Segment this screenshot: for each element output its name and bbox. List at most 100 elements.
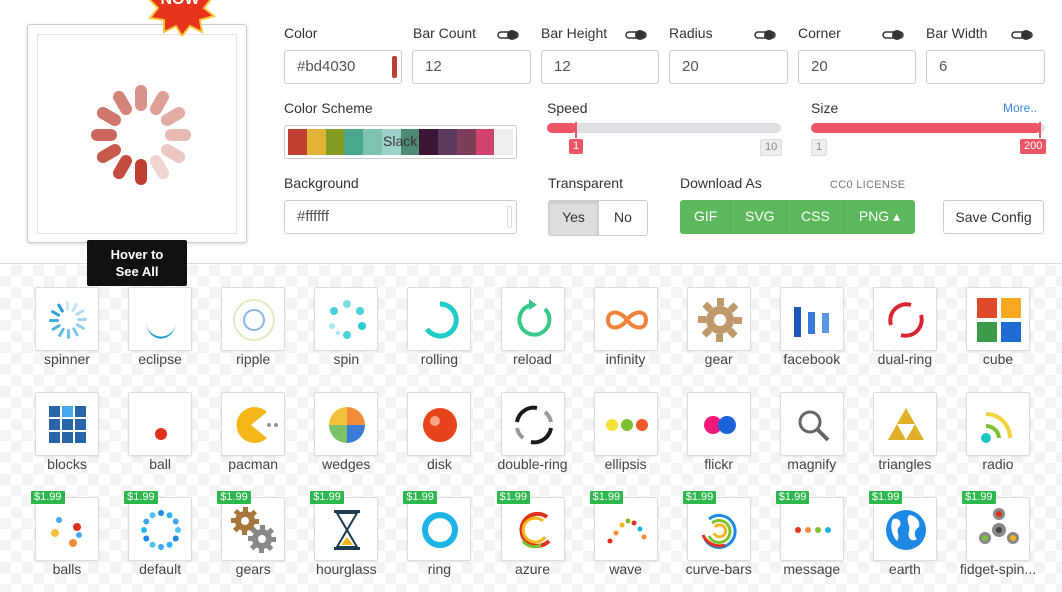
background-swatch[interactable] — [507, 206, 512, 228]
loader-tile-gears[interactable]: $1.99 gears — [213, 491, 306, 592]
gear-icon — [697, 298, 742, 342]
loader-tile-infinity[interactable]: infinity — [586, 287, 679, 387]
loader-thumbnail[interactable] — [128, 392, 193, 456]
radius-field[interactable]: 20 — [669, 50, 788, 84]
color-scheme-name: Slack — [383, 133, 418, 149]
loader-tile-magnify[interactable]: magnify — [772, 392, 865, 492]
bar-height-field[interactable]: 12 — [541, 50, 659, 84]
loader-thumbnail[interactable] — [686, 497, 751, 561]
loader-tile-curve-bars[interactable]: $1.99 curve-bars — [679, 491, 772, 592]
loader-thumbnail[interactable] — [872, 392, 937, 456]
loader-name: gear — [704, 351, 733, 367]
loader-thumbnail[interactable] — [593, 287, 658, 351]
loader-tile-dual-ring[interactable]: dual-ring — [865, 287, 958, 387]
download-gif-button[interactable]: GIF — [680, 200, 731, 234]
price-badge: $1.99 — [124, 491, 158, 504]
loader-tile-facebook[interactable]: facebook — [772, 287, 865, 387]
loader-thumbnail[interactable] — [407, 287, 472, 351]
loader-tile-pacman[interactable]: pacman — [213, 392, 306, 492]
loader-tile-triangles[interactable]: triangles — [865, 392, 958, 492]
loader-thumbnail[interactable] — [407, 497, 472, 561]
loader-tile-earth[interactable]: $1.99 earth — [865, 491, 958, 592]
loader-thumbnail[interactable] — [35, 392, 99, 456]
loader-tile-ellipsis[interactable]: ellipsis — [586, 392, 679, 492]
loader-thumbnail[interactable] — [500, 497, 565, 561]
loader-tile-flickr[interactable]: flickr — [679, 392, 772, 492]
loader-tile-default[interactable]: $1.99 default — [120, 491, 213, 592]
loader-tile-rolling[interactable]: rolling — [399, 287, 492, 387]
loader-tile-eclipse[interactable]: eclipse — [120, 287, 213, 387]
loader-tile-double-ring[interactable]: double-ring — [493, 392, 586, 492]
loader-tile-ring[interactable]: $1.99 ring — [399, 491, 492, 592]
transparent-yes-button[interactable]: Yes — [549, 201, 599, 235]
loader-tile-cube[interactable]: cube — [958, 287, 1051, 387]
bar-count-link-toggle-icon[interactable] — [497, 28, 519, 42]
corner-field[interactable]: 20 — [798, 50, 916, 84]
loader-tile-balls[interactable]: $1.99 balls — [27, 491, 120, 592]
loader-tile-wedges[interactable]: wedges — [306, 392, 399, 492]
loader-thumbnail[interactable] — [779, 497, 844, 561]
color-swatch[interactable] — [392, 56, 397, 78]
loader-thumbnail[interactable] — [314, 287, 379, 351]
loader-tile-message[interactable]: $1.99 message — [772, 491, 865, 592]
loader-thumbnail[interactable] — [500, 287, 565, 351]
loader-thumbnail[interactable] — [779, 287, 844, 351]
loader-thumbnail[interactable] — [35, 497, 99, 561]
loader-tile-ball[interactable]: ball — [120, 392, 213, 492]
loader-thumbnail[interactable] — [221, 287, 286, 351]
loader-thumbnail[interactable] — [966, 287, 1030, 351]
size-slider-handle[interactable] — [1039, 122, 1041, 138]
radius-link-toggle-icon[interactable] — [754, 28, 776, 42]
loader-tile-spinner[interactable]: spinner — [27, 287, 120, 387]
loader-thumbnail[interactable] — [221, 497, 286, 561]
loader-tile-azure[interactable]: $1.99 azure — [493, 491, 586, 592]
save-config-button[interactable]: Save Config — [943, 200, 1044, 234]
bar-width-link-toggle-icon[interactable] — [1011, 28, 1033, 42]
color-field[interactable]: #bd4030 — [284, 50, 402, 84]
bar-count-field[interactable]: 12 — [412, 50, 531, 84]
corner-link-toggle-icon[interactable] — [882, 28, 904, 42]
loader-thumbnail[interactable] — [128, 497, 193, 561]
background-field[interactable]: #ffffff — [284, 200, 517, 234]
loader-tile-blocks[interactable]: blocks — [27, 392, 120, 492]
bar-height-link-toggle-icon[interactable] — [625, 28, 647, 42]
size-slider-fill — [811, 123, 1041, 133]
more-sizes-link[interactable]: More.. — [1003, 101, 1037, 115]
loader-thumbnail[interactable] — [686, 392, 751, 456]
bar-width-field[interactable]: 6 — [926, 50, 1045, 84]
loader-thumbnail[interactable] — [128, 287, 193, 351]
loader-tile-fidget-spin[interactable]: $1.99 fidget-spin... — [958, 491, 1051, 592]
loader-thumbnail[interactable] — [407, 392, 472, 456]
loader-thumbnail[interactable] — [593, 392, 658, 456]
loader-thumbnail[interactable] — [500, 392, 565, 456]
loader-tile-radio[interactable]: radio — [958, 392, 1051, 492]
loader-tile-disk[interactable]: disk — [399, 392, 492, 492]
speed-slider-handle[interactable] — [575, 122, 577, 138]
loader-tile-spin[interactable]: spin — [306, 287, 399, 387]
loader-thumbnail[interactable] — [35, 287, 99, 351]
loader-thumbnail[interactable] — [872, 497, 937, 561]
loader-name: message — [783, 561, 841, 577]
loader-tile-wave[interactable]: $1.99 wave — [586, 491, 679, 592]
radius-label: Radius — [669, 25, 713, 41]
speed-slider-track[interactable] — [547, 123, 781, 133]
loader-tile-hourglass[interactable]: $1.99 hourglass — [306, 491, 399, 592]
loader-thumbnail[interactable] — [872, 287, 937, 351]
transparent-no-button[interactable]: No — [599, 201, 647, 235]
loader-thumbnail[interactable] — [593, 497, 658, 561]
loader-thumbnail[interactable] — [314, 392, 379, 456]
loader-thumbnail[interactable] — [314, 497, 379, 561]
download-css-button[interactable]: CSS — [787, 200, 844, 234]
color-scheme-picker[interactable]: Slack — [284, 125, 517, 159]
download-png-button[interactable]: PNG ▴ — [844, 200, 915, 234]
loader-thumbnail[interactable] — [779, 392, 844, 456]
loader-thumbnail[interactable] — [221, 392, 286, 456]
loader-tile-ripple[interactable]: ripple — [213, 287, 306, 387]
loader-thumbnail[interactable] — [686, 287, 751, 351]
loader-tile-gear[interactable]: gear — [679, 287, 772, 387]
loader-thumbnail[interactable] — [966, 392, 1030, 456]
loader-thumbnail[interactable] — [966, 497, 1030, 561]
download-svg-button[interactable]: SVG — [731, 200, 787, 234]
loader-tile-reload[interactable]: reload — [493, 287, 586, 387]
cube-icon — [977, 298, 1021, 342]
